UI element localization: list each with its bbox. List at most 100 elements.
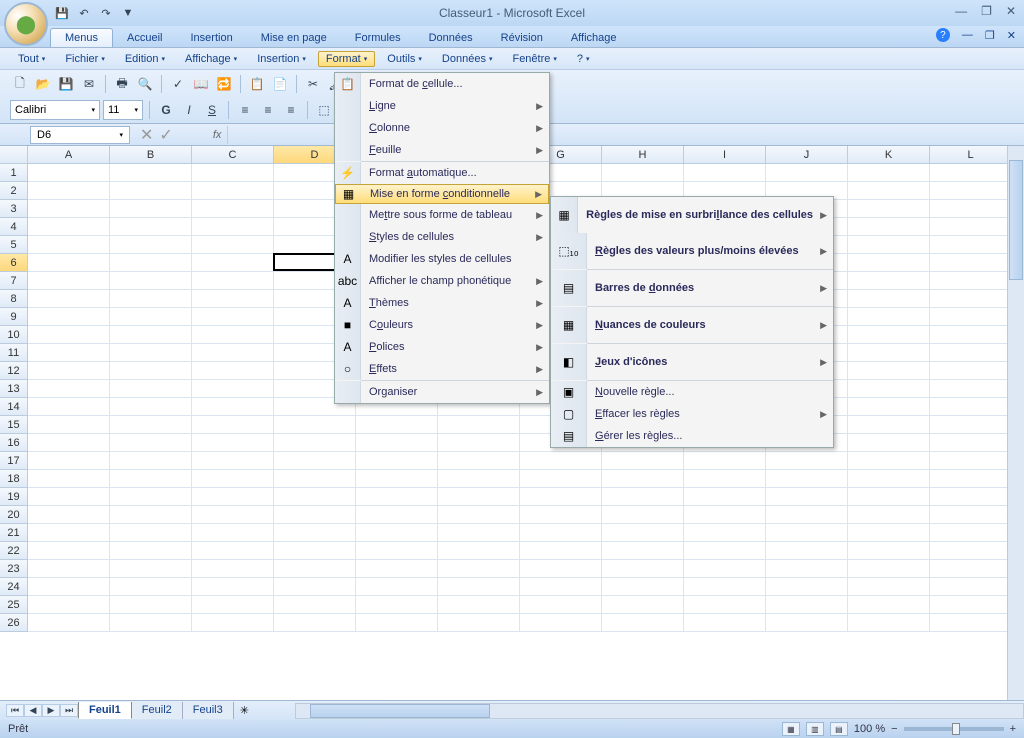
cell[interactable] xyxy=(356,578,438,596)
cell[interactable] xyxy=(356,452,438,470)
cell[interactable] xyxy=(28,524,110,542)
cell[interactable] xyxy=(602,488,684,506)
cell[interactable] xyxy=(848,362,930,380)
cell[interactable] xyxy=(930,488,1012,506)
cell[interactable] xyxy=(274,596,356,614)
zoom-level[interactable]: 100 % xyxy=(854,723,885,735)
cell[interactable] xyxy=(930,182,1012,200)
cell[interactable] xyxy=(602,524,684,542)
cell[interactable] xyxy=(930,290,1012,308)
cell[interactable] xyxy=(192,236,274,254)
cell[interactable] xyxy=(848,506,930,524)
ribbon-tab-données[interactable]: Données xyxy=(415,29,487,47)
vertical-scrollbar[interactable] xyxy=(1007,146,1024,700)
cut-icon[interactable]: ✂ xyxy=(303,74,323,94)
cell[interactable] xyxy=(28,362,110,380)
cell[interactable] xyxy=(766,542,848,560)
cell[interactable] xyxy=(192,362,274,380)
close-button[interactable]: ✕ xyxy=(1006,4,1016,18)
cell[interactable] xyxy=(930,218,1012,236)
cell[interactable] xyxy=(28,182,110,200)
redo-icon[interactable]: ↷ xyxy=(98,5,114,21)
research-icon[interactable]: 📖 xyxy=(191,74,211,94)
cell[interactable] xyxy=(520,488,602,506)
cell[interactable] xyxy=(356,596,438,614)
cell[interactable] xyxy=(520,614,602,632)
row-header[interactable]: 13 xyxy=(0,380,28,398)
cell[interactable] xyxy=(930,344,1012,362)
cell[interactable] xyxy=(110,326,192,344)
row-header[interactable]: 15 xyxy=(0,416,28,434)
cell[interactable] xyxy=(192,308,274,326)
ribbon-tab-formules[interactable]: Formules xyxy=(341,29,415,47)
menu-item-ligne[interactable]: Ligne▶ xyxy=(335,95,549,117)
cell[interactable] xyxy=(274,578,356,596)
cell[interactable] xyxy=(930,578,1012,596)
print-icon[interactable]: 🖶 xyxy=(112,74,132,94)
cell[interactable] xyxy=(930,254,1012,272)
row-header[interactable]: 11 xyxy=(0,344,28,362)
row-header[interactable]: 16 xyxy=(0,434,28,452)
cell[interactable] xyxy=(110,164,192,182)
row-header[interactable]: 2 xyxy=(0,182,28,200)
cell[interactable] xyxy=(602,542,684,560)
cell[interactable] xyxy=(356,470,438,488)
row-header[interactable]: 14 xyxy=(0,398,28,416)
font-size-selector[interactable]: 11▾ xyxy=(103,100,143,120)
cell[interactable] xyxy=(110,308,192,326)
zoom-out-icon[interactable]: − xyxy=(891,723,897,735)
row-header[interactable]: 22 xyxy=(0,542,28,560)
cell[interactable] xyxy=(28,434,110,452)
cell[interactable] xyxy=(930,524,1012,542)
menu-item-colonne[interactable]: Colonne▶ xyxy=(335,117,549,139)
row-header[interactable]: 20 xyxy=(0,506,28,524)
cell[interactable] xyxy=(274,434,356,452)
cell[interactable] xyxy=(356,542,438,560)
cell[interactable] xyxy=(192,200,274,218)
cell[interactable] xyxy=(110,254,192,272)
cell[interactable] xyxy=(766,488,848,506)
cell[interactable] xyxy=(520,506,602,524)
qat-dropdown-icon[interactable]: ▼ xyxy=(120,5,136,21)
cell[interactable] xyxy=(848,542,930,560)
cell[interactable] xyxy=(192,578,274,596)
cell[interactable] xyxy=(110,200,192,218)
cell[interactable] xyxy=(848,380,930,398)
cell[interactable] xyxy=(848,182,930,200)
cell[interactable] xyxy=(602,164,684,182)
row-header[interactable]: 19 xyxy=(0,488,28,506)
ribbon-tab-mise-en-page[interactable]: Mise en page xyxy=(247,29,341,47)
cell[interactable] xyxy=(848,200,930,218)
cell[interactable] xyxy=(684,506,766,524)
paste-icon[interactable]: 📄 xyxy=(270,74,290,94)
align-right-icon[interactable]: ≡ xyxy=(281,100,301,120)
submenu-item-r-gles-de-mise-en-surbrillance-des-cellules[interactable]: ▦Règles de mise en surbrillance des cell… xyxy=(551,197,833,233)
cell[interactable] xyxy=(602,470,684,488)
cell[interactable] xyxy=(28,596,110,614)
cell[interactable] xyxy=(192,488,274,506)
row-header[interactable]: 1 xyxy=(0,164,28,182)
cell[interactable] xyxy=(684,470,766,488)
cell[interactable] xyxy=(602,578,684,596)
cell[interactable] xyxy=(110,218,192,236)
cell[interactable] xyxy=(520,524,602,542)
row-header[interactable]: 4 xyxy=(0,218,28,236)
copy-icon[interactable]: 📋 xyxy=(247,74,267,94)
cell[interactable] xyxy=(684,614,766,632)
ribbon-minimize-button[interactable]: — xyxy=(962,29,973,41)
cell[interactable] xyxy=(192,452,274,470)
cell[interactable] xyxy=(848,290,930,308)
cell[interactable] xyxy=(848,416,930,434)
submenu-item-g-rer-les-r-gles-[interactable]: ▤Gérer les règles... xyxy=(551,425,833,447)
cell[interactable] xyxy=(438,614,520,632)
cell[interactable] xyxy=(848,578,930,596)
cell[interactable] xyxy=(602,614,684,632)
cell[interactable] xyxy=(192,344,274,362)
horizontal-scrollbar[interactable] xyxy=(295,703,1024,719)
cell[interactable] xyxy=(848,560,930,578)
menu-item-format-de-cellule-[interactable]: 📋Format de cellule... xyxy=(335,73,549,95)
help-icon[interactable]: ? xyxy=(936,28,950,42)
cell[interactable] xyxy=(930,470,1012,488)
cell[interactable] xyxy=(848,344,930,362)
page-break-view-icon[interactable]: ▤ xyxy=(830,722,848,736)
